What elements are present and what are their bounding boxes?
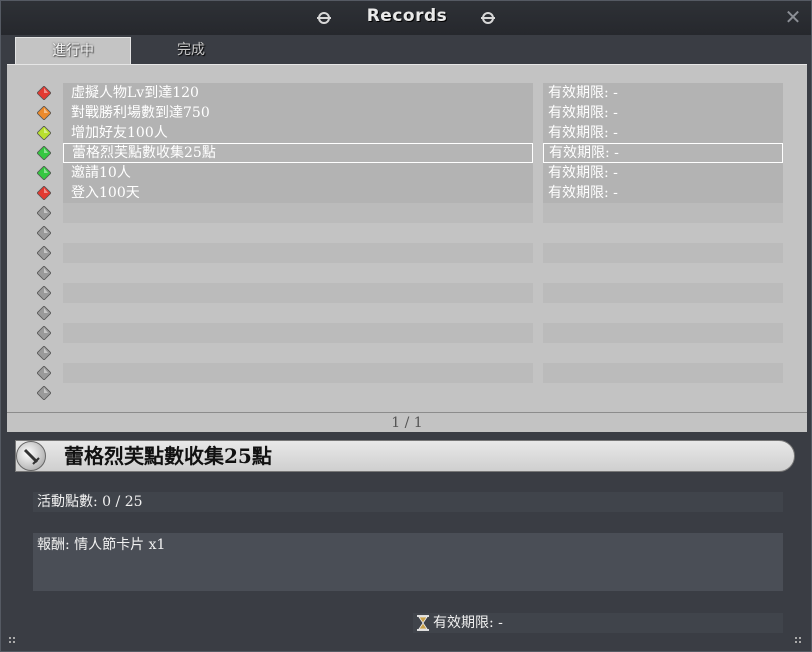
records-window: Records ✕ 進行中 完成 虛擬人物Lv到達120 有效期限: - 對戰勝利場… bbox=[0, 0, 812, 652]
tab-in-progress[interactable]: 進行中 bbox=[15, 37, 131, 65]
list-item[interactable]: 增加好友100人 有效期限: - bbox=[7, 123, 807, 143]
empty-cell bbox=[543, 323, 783, 343]
empty-list-item bbox=[7, 263, 807, 283]
detail-header: 蕾格烈芙點數收集25點 bbox=[15, 440, 795, 472]
gem-icon bbox=[37, 206, 51, 220]
empty-cell bbox=[543, 203, 783, 223]
gem-icon bbox=[37, 326, 51, 340]
detail-expiry-text: 有效期限: - bbox=[433, 615, 503, 631]
gem-icon bbox=[37, 386, 51, 400]
empty-list-item bbox=[7, 223, 807, 243]
gem-icon bbox=[37, 266, 51, 280]
empty-list-item bbox=[7, 343, 807, 363]
gem-icon bbox=[37, 246, 51, 260]
empty-cell bbox=[543, 283, 783, 303]
detail-expiry: 有效期限: - bbox=[413, 613, 783, 633]
record-expiry: 有效期限: - bbox=[543, 83, 783, 103]
record-expiry: 有效期限: - bbox=[543, 183, 783, 203]
list-item[interactable]: 虛擬人物Lv到達120 有效期限: - bbox=[7, 83, 807, 103]
resize-grip-icon[interactable] bbox=[795, 637, 803, 645]
hourglass-icon bbox=[417, 615, 429, 631]
gem-icon bbox=[37, 106, 51, 120]
list-item[interactable]: 邀請10人 有效期限: - bbox=[7, 163, 807, 183]
record-name: 邀請10人 bbox=[63, 163, 533, 183]
window-title: Records bbox=[366, 6, 448, 26]
ornament-icon bbox=[481, 12, 495, 24]
title-bar[interactable]: Records ✕ bbox=[1, 1, 811, 35]
empty-cell bbox=[63, 203, 533, 223]
empty-cell bbox=[543, 243, 783, 263]
gem-icon bbox=[37, 126, 51, 140]
tab-completed[interactable]: 完成 bbox=[133, 37, 249, 65]
record-expiry: 有效期限: - bbox=[543, 143, 783, 163]
gem-icon bbox=[37, 346, 51, 360]
empty-list-item bbox=[7, 303, 807, 323]
record-name: 對戰勝利場數到達750 bbox=[63, 103, 533, 123]
empty-cell bbox=[63, 363, 533, 383]
gem-icon bbox=[37, 226, 51, 240]
record-name: 增加好友100人 bbox=[63, 123, 533, 143]
empty-cell bbox=[63, 283, 533, 303]
list-item[interactable]: 蕾格烈芙點數收集25點 有效期限: - bbox=[7, 143, 807, 163]
sword-icon bbox=[16, 441, 46, 471]
empty-list-item bbox=[7, 363, 807, 383]
empty-list-item bbox=[7, 283, 807, 303]
close-button[interactable]: ✕ bbox=[783, 7, 803, 27]
gem-icon bbox=[37, 366, 51, 380]
gem-icon bbox=[37, 146, 51, 160]
resize-grip-icon[interactable] bbox=[9, 637, 17, 645]
empty-list-item bbox=[7, 243, 807, 263]
points-field: 活動點數: 0 / 25 bbox=[33, 492, 783, 512]
empty-cell bbox=[63, 243, 533, 263]
gem-icon bbox=[37, 86, 51, 100]
record-name: 虛擬人物Lv到達120 bbox=[63, 83, 533, 103]
list-item[interactable]: 對戰勝利場數到達750 有效期限: - bbox=[7, 103, 807, 123]
gem-icon bbox=[37, 166, 51, 180]
page-indicator: 1 / 1 bbox=[7, 412, 807, 432]
empty-list-item bbox=[7, 383, 807, 403]
record-expiry: 有效期限: - bbox=[543, 123, 783, 143]
gem-icon bbox=[37, 306, 51, 320]
record-expiry: 有效期限: - bbox=[543, 163, 783, 183]
empty-cell bbox=[543, 363, 783, 383]
gem-icon bbox=[37, 186, 51, 200]
reward-field: 報酬: 情人節卡片 x1 bbox=[33, 533, 783, 591]
record-name: 蕾格烈芙點數收集25點 bbox=[63, 143, 533, 163]
detail-title: 蕾格烈芙點數收集25點 bbox=[64, 444, 272, 468]
empty-list-item bbox=[7, 323, 807, 343]
records-list: 虛擬人物Lv到達120 有效期限: - 對戰勝利場數到達750 有效期限: - 增加好友… bbox=[7, 64, 807, 412]
record-name: 登入100天 bbox=[63, 183, 533, 203]
list-item[interactable]: 登入100天 有效期限: - bbox=[7, 183, 807, 203]
record-expiry: 有效期限: - bbox=[543, 103, 783, 123]
empty-list-item bbox=[7, 203, 807, 223]
empty-cell bbox=[63, 323, 533, 343]
gem-icon bbox=[37, 286, 51, 300]
